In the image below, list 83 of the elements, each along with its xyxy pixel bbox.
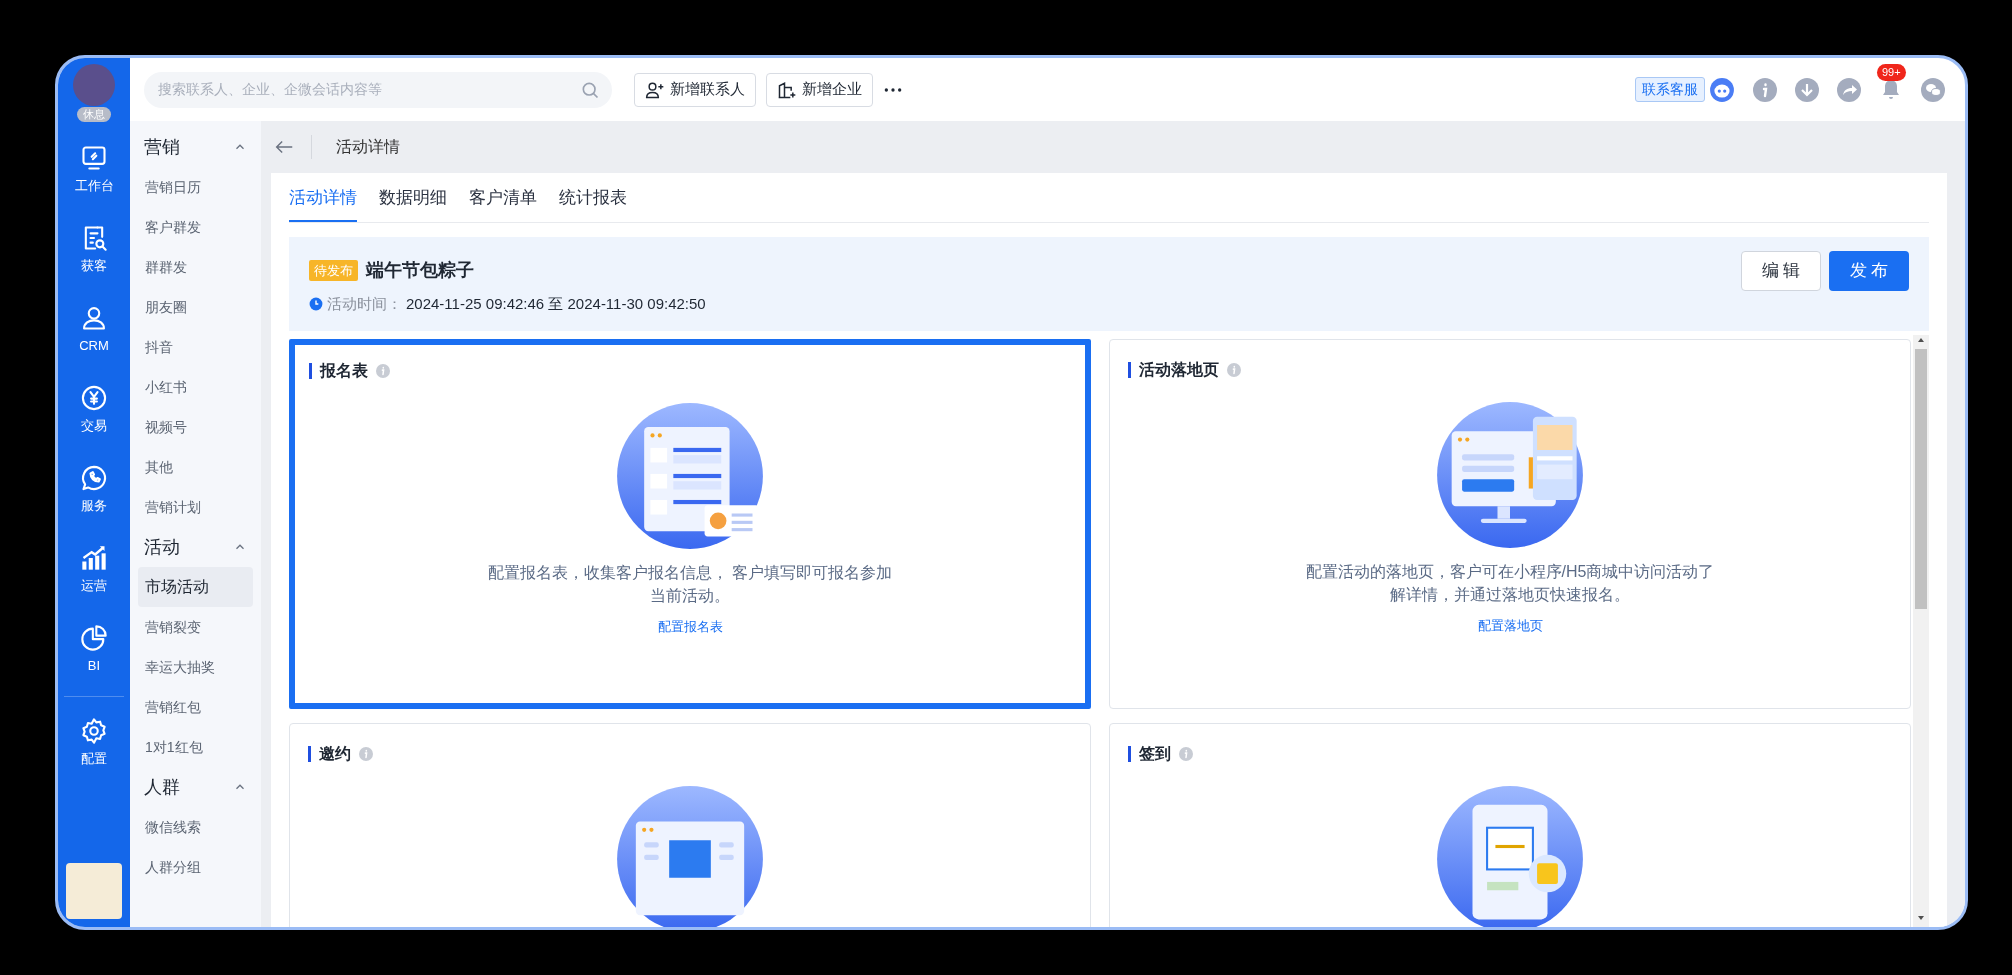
gear-icon <box>80 717 108 746</box>
header-button[interactable]: 新增联系人 <box>634 72 756 107</box>
building-plus-icon <box>777 79 797 100</box>
info-icon <box>1179 747 1193 761</box>
monitor-icon <box>80 144 108 173</box>
module-card[interactable]: 签到 <box>1109 723 1911 927</box>
tab[interactable]: 数据明细 <box>379 173 447 222</box>
status-badge: 休息 <box>77 107 111 122</box>
card-title: 活动落地页 <box>1139 360 1219 380</box>
card-title: 报名表 <box>320 361 368 381</box>
tab[interactable]: 统计报表 <box>559 173 627 222</box>
clock-icon <box>309 296 323 311</box>
menu-item[interactable]: 群群发 <box>138 247 253 287</box>
page-title: 活动详情 <box>311 135 400 159</box>
user-avatar[interactable] <box>73 64 115 106</box>
info-icon <box>376 364 390 378</box>
rail-item[interactable]: 服务 <box>80 450 108 530</box>
menu-item[interactable]: 营销日历 <box>138 167 253 207</box>
menu-item[interactable]: 营销计划 <box>138 487 253 527</box>
chat-bubbles-icon[interactable] <box>1921 77 1945 102</box>
search-bar[interactable]: 搜索联系人、企业、企微会话内容等 <box>144 71 612 108</box>
menu-item[interactable]: 人群分组 <box>138 847 253 887</box>
time-value: 2024-11-25 09:42:46 至 2024-11-30 09:42:50 <box>406 293 706 314</box>
support-label[interactable]: 联系客服 <box>1635 77 1705 102</box>
module-card[interactable]: 报名表 配置报名表，收集客户报名信息， 客户填写即可报名参加当前活动。 配置报名表 <box>289 339 1091 709</box>
menu-item[interactable]: 营销裂变 <box>138 607 253 647</box>
download-icon[interactable] <box>1795 77 1819 102</box>
title-accent-bar <box>309 363 312 379</box>
bar-chart-icon <box>80 544 108 573</box>
card-description: 配置报名表，收集客户报名信息， 客户填写即可报名参加当前活动。 <box>486 563 894 607</box>
card-title: 签到 <box>1139 744 1171 764</box>
title-accent-bar <box>1128 746 1131 762</box>
title-accent-bar <box>308 746 311 762</box>
status-badge: 待发布 <box>309 259 358 282</box>
person-icon <box>80 304 108 333</box>
rail-item[interactable]: BI <box>80 610 108 690</box>
menu-item[interactable]: 市场活动 <box>138 567 253 607</box>
configure-link[interactable]: 配置落地页 <box>1477 616 1543 636</box>
share-icon[interactable] <box>1837 77 1861 102</box>
info-icon <box>1227 363 1241 377</box>
menu-item[interactable]: 朋友圈 <box>138 287 253 327</box>
card-title: 邀约 <box>319 744 351 764</box>
activity-name: 端午节包粽子 <box>366 259 474 282</box>
menu-group-header[interactable]: 活动 <box>138 527 253 567</box>
menu-item[interactable]: 微信线索 <box>138 807 253 847</box>
edit-button[interactable]: 编 辑 <box>1741 250 1821 291</box>
menu-item[interactable]: 营销红包 <box>138 687 253 727</box>
scrollbar-thumb[interactable] <box>1915 349 1927 609</box>
configure-link[interactable]: 配置报名表 <box>657 617 723 637</box>
phone-bubble-icon <box>80 464 108 493</box>
title-accent-bar <box>1128 362 1131 378</box>
module-card[interactable]: 邀约 <box>289 723 1091 927</box>
publish-button[interactable]: 发 布 <box>1829 250 1909 291</box>
menu-group-header[interactable]: 营销 <box>138 127 253 167</box>
menu-item[interactable]: 抖音 <box>138 327 253 367</box>
rail-item[interactable]: 交易 <box>80 370 108 450</box>
scrollbar[interactable] <box>1913 335 1929 927</box>
sticker-image-placeholder <box>66 863 122 919</box>
menu-item[interactable]: 1对1红包 <box>138 727 253 767</box>
rail-item[interactable]: 获客 <box>80 210 108 290</box>
card-description: 配置活动的落地页，客户可在小程序/H5商城中访问活动了解详情，并通过落地页快速报名。 <box>1305 562 1715 606</box>
rail-item[interactable]: 运营 <box>80 530 108 610</box>
rail-item[interactable]: 工作台 <box>74 130 114 210</box>
robot-icon[interactable] <box>1709 76 1735 103</box>
notification-badge: 99+ <box>1877 63 1906 81</box>
menu-item[interactable]: 客户群发 <box>138 207 253 247</box>
menu-item[interactable]: 其他 <box>138 447 253 487</box>
tab[interactable]: 活动详情 <box>289 173 357 222</box>
search-field[interactable]: 搜索联系人、企业、企微会话内容等 <box>156 78 580 101</box>
menu-item[interactable]: 幸运大抽奖 <box>138 647 253 687</box>
pie-chart-icon <box>80 624 108 653</box>
module-card[interactable]: 活动落地页 配置活动的落地页，客户可在小程序/H5商城中访问活动了解详情，并通过落地页快速报名。 配置落地页 <box>1109 339 1911 709</box>
yen-icon <box>80 384 108 413</box>
menu-item[interactable]: 视频号 <box>138 407 253 447</box>
tab[interactable]: 客户清单 <box>469 173 537 222</box>
info-icon <box>359 747 373 761</box>
time-label: 活动时间： <box>327 293 402 314</box>
info-icon[interactable] <box>1753 77 1777 102</box>
rail-item[interactable]: CRM <box>79 290 109 370</box>
header-button[interactable]: 新增企业 <box>766 72 873 107</box>
menu-group-header[interactable]: 人群 <box>138 767 253 807</box>
menu-item[interactable]: 小红书 <box>138 367 253 407</box>
rail-item[interactable]: 配置 <box>80 703 108 783</box>
